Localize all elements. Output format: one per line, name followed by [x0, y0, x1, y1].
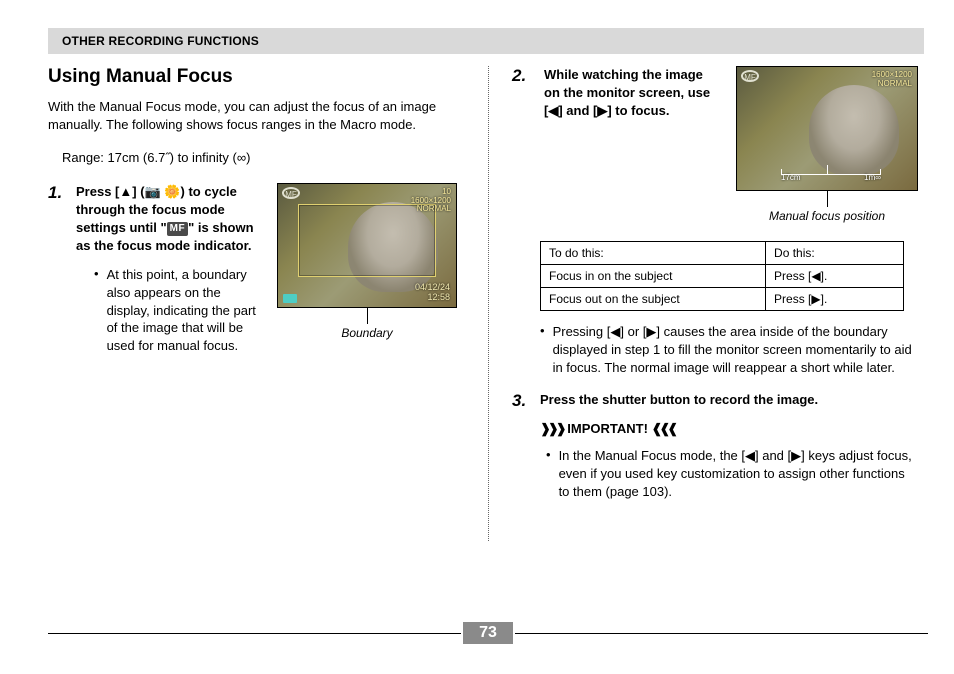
- table-header: Do this:: [766, 242, 904, 265]
- osd-top-right: 10 1600×1200 NORMAL: [411, 188, 451, 214]
- step-number: 3.: [512, 391, 530, 411]
- page-number: 73: [463, 622, 513, 644]
- important-note: • In the Manual Focus mode, the [◀] and …: [546, 447, 918, 501]
- step-3: 3. Press the shutter button to record th…: [512, 391, 918, 411]
- focus-position-tick: [827, 165, 828, 175]
- left-column: Using Manual Focus With the Manual Focus…: [48, 66, 468, 501]
- footer-line: [48, 633, 461, 634]
- step-number: 2.: [512, 66, 530, 223]
- table-row: Focus in on the subject Press [◀].: [541, 265, 904, 288]
- focus-note: • Pressing [◀] or [▶] causes the area in…: [540, 323, 918, 377]
- table-cell: Press [▶].: [766, 288, 904, 311]
- mode-icons: 📷 🌼: [145, 184, 181, 199]
- table-row: Focus out on the subject Press [▶].: [541, 288, 904, 311]
- right-arrow-icon: ▶: [811, 292, 820, 306]
- step-1-text: Press [▲] (📷 🌼) to cycle through the foc…: [76, 183, 261, 256]
- footer-line: [515, 633, 928, 634]
- cat-subject: [809, 85, 899, 175]
- figure-1: MF 10 1600×1200 NORMAL 04/12/24 12:58: [277, 183, 457, 355]
- page-footer: 73: [48, 622, 928, 644]
- bullet-icon: •: [540, 323, 545, 377]
- column-divider: [488, 66, 489, 541]
- step-1-bullet: • At this point, a boundary also appears…: [94, 266, 261, 356]
- focus-range: Range: 17cm (6.7˝) to infinity (∞): [62, 150, 468, 165]
- left-arrow-icon: ◀: [548, 103, 558, 118]
- mf-icon-osd: MF: [282, 187, 300, 199]
- table-cell: Press [◀].: [766, 265, 904, 288]
- step-1: 1. Press [▲] (📷 🌼) to cycle through the …: [48, 183, 468, 355]
- figure-1-caption: Boundary: [277, 326, 457, 340]
- content-columns: Using Manual Focus With the Manual Focus…: [48, 66, 928, 501]
- table-cell: Focus out on the subject: [541, 288, 766, 311]
- osd-top-right: 1600×1200 NORMAL: [872, 71, 912, 89]
- callout-line: [827, 191, 828, 207]
- focus-boundary-box: [298, 204, 436, 277]
- figure-2: MF 1600×1200 NORMAL 17cm 1m∞ Manual focu…: [736, 66, 918, 223]
- left-arrow-icon: ◀: [745, 448, 755, 463]
- right-column: 2. While watching the image on the monit…: [512, 66, 918, 501]
- camera-screen-focus-scale: MF 1600×1200 NORMAL 17cm 1m∞: [736, 66, 918, 191]
- intro-text: With the Manual Focus mode, you can adju…: [48, 98, 468, 134]
- focus-scale-bar: [781, 169, 881, 175]
- section-header: OTHER RECORDING FUNCTIONS: [48, 28, 924, 54]
- chevron-right-icon: ❱❱❱: [540, 421, 564, 436]
- callout-line: [367, 308, 368, 324]
- up-arrow-icon: ▲: [119, 184, 132, 199]
- mf-icon-osd: MF: [741, 70, 759, 82]
- battery-icon: [283, 294, 297, 303]
- left-arrow-icon: ◀: [610, 324, 620, 339]
- step-2: 2. While watching the image on the monit…: [512, 66, 918, 223]
- table-cell: Focus in on the subject: [541, 265, 766, 288]
- page-title: Using Manual Focus: [48, 66, 468, 88]
- step-3-text: Press the shutter button to record the i…: [540, 391, 918, 409]
- figure-2-caption: Manual focus position: [736, 209, 918, 223]
- bullet-icon: •: [94, 266, 99, 356]
- camera-screen-boundary: MF 10 1600×1200 NORMAL 04/12/24 12:58: [277, 183, 457, 308]
- table-header: To do this:: [541, 242, 766, 265]
- right-arrow-icon: ▶: [791, 448, 801, 463]
- right-arrow-icon: ▶: [646, 324, 656, 339]
- right-arrow-icon: ▶: [597, 103, 607, 118]
- osd-datetime: 04/12/24 12:58: [415, 283, 450, 303]
- important-heading: ❱❱❱ IMPORTANT! ❰❰❰: [540, 421, 918, 437]
- mf-indicator-chip: MF: [167, 222, 188, 236]
- focus-actions-table: To do this: Do this: Focus in on the sub…: [540, 241, 904, 311]
- step-number: 1.: [48, 183, 66, 355]
- left-arrow-icon: ◀: [811, 269, 820, 283]
- bullet-icon: •: [546, 447, 551, 501]
- table-row: To do this: Do this:: [541, 242, 904, 265]
- chevron-left-icon: ❰❰❰: [652, 421, 676, 436]
- step-2-text: While watching the image on the monitor …: [544, 66, 722, 121]
